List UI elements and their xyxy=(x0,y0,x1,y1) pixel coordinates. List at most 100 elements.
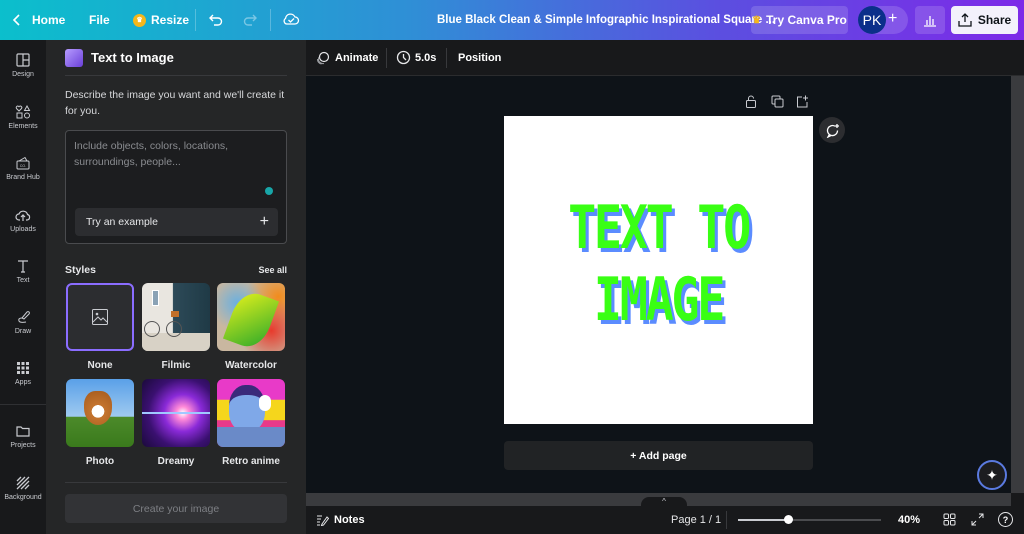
style-thumb-dreamy xyxy=(142,379,210,447)
rail-item-draw[interactable]: Draw xyxy=(0,309,46,335)
design-page[interactable]: TEXT TO IMAGE xyxy=(504,116,813,424)
style-thumb-photo xyxy=(66,379,134,447)
crown-icon: ♛ xyxy=(133,13,146,27)
animate-label: Animate xyxy=(335,51,379,64)
notes-button[interactable]: Notes xyxy=(316,514,365,526)
bar-chart-icon xyxy=(924,16,936,27)
style-option-watercolor[interactable]: Watercolor xyxy=(217,283,285,371)
add-collaborator-button[interactable]: + xyxy=(888,10,897,28)
style-thumb-retro-anime xyxy=(217,379,285,447)
see-all-link[interactable]: See all xyxy=(258,265,287,275)
rail-item-design[interactable]: Design xyxy=(0,52,46,78)
zoom-slider[interactable] xyxy=(738,515,881,524)
add-comment-button[interactable] xyxy=(819,117,845,143)
rail-label: Apps xyxy=(15,379,31,386)
editor-toolbar: Animate 5.0s Position xyxy=(306,40,1024,76)
animate-button[interactable]: Animate xyxy=(316,51,378,65)
share-button[interactable]: Share xyxy=(951,6,1018,34)
try-example-button[interactable]: Try an example + xyxy=(75,208,278,236)
redo-button[interactable] xyxy=(242,12,258,33)
divider xyxy=(65,482,287,483)
sparkle-icon: ✦ xyxy=(986,466,998,483)
help-button[interactable]: ? xyxy=(998,512,1013,527)
layout-icon xyxy=(16,53,30,67)
style-option-filmic[interactable]: Filmic xyxy=(142,283,210,371)
thumb-basket xyxy=(171,311,179,317)
resize-label: Resize xyxy=(151,13,190,27)
panel-description: Describe the image you want and we'll cr… xyxy=(65,89,285,117)
style-label: Dreamy xyxy=(157,456,195,467)
rail-item-brand-hub[interactable]: CO. Brand Hub xyxy=(0,155,46,181)
editor-area: Animate 5.0s Position TEXT TO IMAGE + Ad… xyxy=(306,40,1024,534)
rail-item-background[interactable]: Background xyxy=(0,475,46,501)
rail-item-apps[interactable]: Apps xyxy=(0,360,46,386)
thumb-leaf xyxy=(222,287,280,351)
redo-icon xyxy=(243,14,257,26)
design-headline[interactable]: TEXT TO IMAGE xyxy=(538,192,779,336)
thumb-dog xyxy=(84,391,112,425)
create-image-label: Create your image xyxy=(132,502,220,515)
rail-item-projects[interactable]: Projects xyxy=(0,423,46,449)
image-icon xyxy=(92,309,108,325)
document-title[interactable]: Blue Black Clean & Simple Infographic In… xyxy=(437,0,775,40)
page-indicator[interactable]: Page 1 / 1 xyxy=(671,514,721,526)
duplicate-page-button[interactable] xyxy=(771,95,784,113)
chevron-up-icon: ^ xyxy=(662,497,666,506)
position-button[interactable]: Position xyxy=(458,52,501,64)
style-option-none[interactable]: None xyxy=(66,283,134,371)
file-menu-button[interactable]: File xyxy=(89,0,110,40)
save-status-button[interactable] xyxy=(282,11,300,32)
thumb-headphones xyxy=(259,395,271,411)
thumb-window xyxy=(152,290,159,306)
try-pro-label: Try Canva Pro xyxy=(766,13,847,27)
add-page-icon xyxy=(797,95,808,108)
try-canva-pro-button[interactable]: ♛ Try Canva Pro xyxy=(751,6,848,34)
rail-item-uploads[interactable]: Uploads xyxy=(0,207,46,233)
thumb-wheel xyxy=(144,321,160,337)
create-image-button[interactable]: Create your image xyxy=(65,494,287,523)
divider xyxy=(270,9,271,31)
hatch-icon xyxy=(16,476,30,490)
vertical-scrollbar[interactable] xyxy=(1011,76,1024,493)
style-option-retro-anime[interactable]: Retro anime xyxy=(217,379,285,467)
expand-pages-handle[interactable]: ^ xyxy=(641,497,687,506)
cloud-check-icon xyxy=(283,13,300,25)
clock-icon xyxy=(396,50,411,65)
file-label: File xyxy=(89,13,110,27)
add-page-button[interactable]: + Add page xyxy=(504,441,813,470)
style-label: Watercolor xyxy=(225,360,277,371)
magic-assistant-button[interactable]: ✦ xyxy=(977,460,1007,490)
style-option-dreamy[interactable]: Dreamy xyxy=(142,379,210,467)
lock-button[interactable] xyxy=(745,95,757,113)
rail-item-elements[interactable]: Elements xyxy=(0,104,46,130)
plus-icon: + xyxy=(888,10,898,27)
try-example-label: Try an example xyxy=(86,216,158,228)
help-icon: ? xyxy=(1002,514,1009,525)
style-option-photo[interactable]: Photo xyxy=(66,379,134,467)
comment-add-icon xyxy=(826,123,839,138)
prompt-input[interactable] xyxy=(74,138,274,186)
fullscreen-button[interactable] xyxy=(971,513,984,531)
style-label: Retro anime xyxy=(222,456,280,467)
style-thumb-none xyxy=(66,283,134,351)
zoom-percentage[interactable]: 40% xyxy=(898,514,920,526)
rail-item-text[interactable]: Text xyxy=(0,258,46,284)
add-page-icon-button[interactable] xyxy=(796,95,809,113)
grid-view-button[interactable] xyxy=(943,513,956,531)
divider xyxy=(386,47,387,68)
home-button[interactable]: Home xyxy=(12,0,65,40)
zoom-slider-handle[interactable] xyxy=(784,515,794,524)
crown-icon: ♛ xyxy=(752,14,762,26)
divider xyxy=(65,75,287,76)
rail-label: Projects xyxy=(10,442,36,449)
avatar-initials: PK xyxy=(862,12,882,28)
divider xyxy=(195,9,196,31)
design-headline-line: TEXT TO xyxy=(568,193,751,263)
scrollbar-corner xyxy=(1011,493,1024,506)
insights-button[interactable] xyxy=(915,6,945,34)
undo-button[interactable] xyxy=(208,12,224,33)
resize-button[interactable]: ♛ Resize xyxy=(133,0,189,40)
styles-heading: Styles xyxy=(65,264,96,276)
duration-button[interactable]: 5.0s xyxy=(396,50,436,65)
avatar[interactable]: PK xyxy=(858,6,886,34)
